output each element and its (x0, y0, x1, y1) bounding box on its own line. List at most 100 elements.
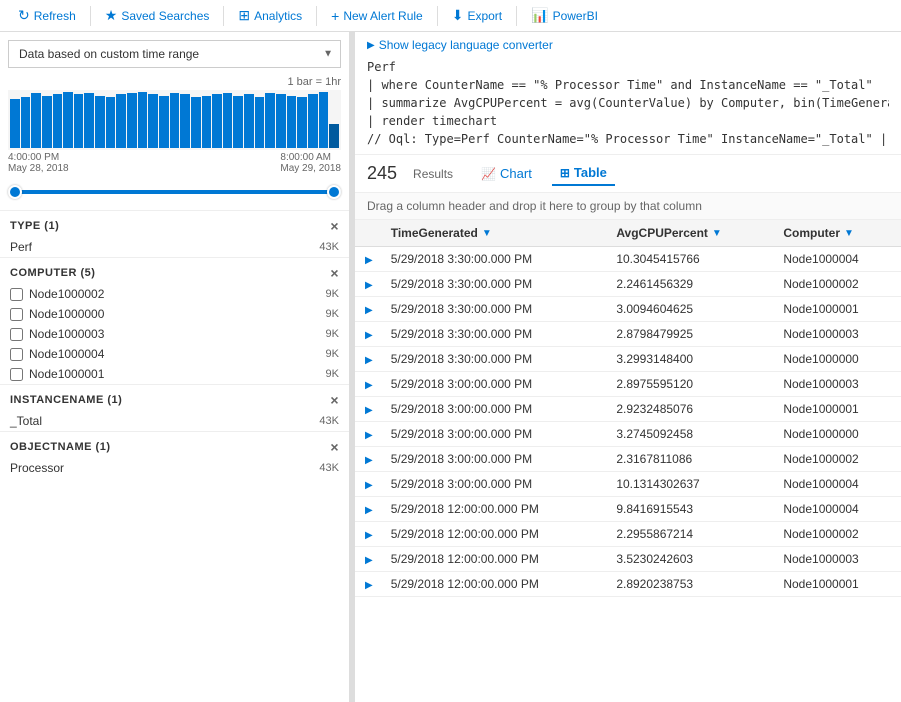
row-expand-btn-6[interactable]: ▶ (355, 397, 383, 422)
computer-facet-rows: Node1000002 9K Node1000000 9K Node100000… (0, 284, 349, 384)
refresh-icon: ↻ (18, 7, 30, 24)
cell-computer-11: Node1000002 (775, 522, 901, 547)
col-expander (355, 220, 383, 247)
hist-bar-22 (244, 94, 254, 148)
row-expand-btn-3[interactable]: ▶ (355, 322, 383, 347)
histogram-area: 1 bar = 1hr 4:00:00 PM May 28, 2018 8:00… (0, 76, 349, 178)
hist-bar-17 (191, 97, 201, 148)
col-time-generated[interactable]: TimeGenerated ▼ (383, 220, 609, 247)
analytics-icon: ⊞ (238, 7, 250, 24)
facet-instancename-close[interactable]: × (330, 393, 339, 407)
hist-bar-3 (42, 96, 52, 148)
analytics-button[interactable]: ⊞ Analytics (228, 3, 312, 28)
filter-icon-computer[interactable]: ▼ (844, 228, 854, 239)
row-expand-btn-4[interactable]: ▶ (355, 347, 383, 372)
facet-instancename-total-count: 43K (319, 415, 339, 427)
table-row: ▶ 5/29/2018 3:30:00.000 PM 2.2461456329 … (355, 272, 901, 297)
facet-computer-check-0[interactable] (10, 288, 23, 301)
legacy-link[interactable]: ▶ Show legacy language converter (367, 38, 889, 52)
facet-computer-check-1[interactable] (10, 308, 23, 321)
hist-bar-7 (84, 93, 94, 148)
row-expand-btn-8[interactable]: ▶ (355, 447, 383, 472)
filter-icon-avg[interactable]: ▼ (712, 228, 722, 239)
export-button[interactable]: ⬇ Export (442, 3, 512, 28)
legacy-link-label: Show legacy language converter (379, 38, 553, 52)
row-expand-btn-0[interactable]: ▶ (355, 247, 383, 272)
row-expand-btn-2[interactable]: ▶ (355, 297, 383, 322)
col-computer[interactable]: Computer ▼ (775, 220, 901, 247)
results-label: Results (413, 167, 453, 181)
cell-avg-0: 10.3045415766 (608, 247, 775, 272)
facet-computer-row-0: Node1000002 9K (0, 284, 349, 304)
facet-computer-row-4: Node1000001 9K (0, 364, 349, 384)
time-range-selector[interactable]: Data based on custom time rangeLast 24 h… (8, 40, 341, 68)
toolbar-sep-5 (516, 6, 517, 26)
table-row: ▶ 5/29/2018 3:30:00.000 PM 2.8798479925 … (355, 322, 901, 347)
powerbi-icon: 📊 (531, 7, 548, 24)
time-range-select[interactable]: Data based on custom time rangeLast 24 h… (8, 40, 341, 68)
cell-avg-2: 3.0094604625 (608, 297, 775, 322)
cell-avg-8: 2.3167811086 (608, 447, 775, 472)
facet-computer-row-2: Node1000003 9K (0, 324, 349, 344)
hist-bar-19 (212, 94, 222, 148)
table-icon: ⊞ (560, 166, 570, 180)
row-expand-btn-13[interactable]: ▶ (355, 572, 383, 597)
facet-computer-label-4: Node1000001 (29, 367, 104, 381)
hist-bar-2 (31, 93, 41, 148)
cell-time-9: 5/29/2018 3:00:00.000 PM (383, 472, 609, 497)
row-expand-btn-7[interactable]: ▶ (355, 422, 383, 447)
range-slider[interactable] (0, 178, 349, 210)
tab-chart[interactable]: 📈 Chart (473, 162, 540, 185)
refresh-button[interactable]: ↻ Refresh (8, 3, 86, 28)
tab-table[interactable]: ⊞ Table (552, 161, 615, 186)
hist-bar-0 (10, 99, 20, 148)
cell-computer-5: Node1000003 (775, 372, 901, 397)
cell-computer-4: Node1000000 (775, 347, 901, 372)
row-expand-btn-9[interactable]: ▶ (355, 472, 383, 497)
row-expand-btn-10[interactable]: ▶ (355, 497, 383, 522)
facet-computer-check-3[interactable] (10, 348, 23, 361)
table-row: ▶ 5/29/2018 3:00:00.000 PM 2.9232485076 … (355, 397, 901, 422)
hist-bar-26 (287, 96, 297, 148)
cell-time-1: 5/29/2018 3:30:00.000 PM (383, 272, 609, 297)
cell-avg-1: 2.2461456329 (608, 272, 775, 297)
facet-computer-count-2: 9K (326, 328, 339, 340)
range-thumb-left[interactable] (8, 185, 22, 199)
facet-objectname-close[interactable]: × (330, 440, 339, 454)
hist-bar-23 (255, 97, 265, 148)
facet-instancename: INSTANCENAME (1) × _Total 43K (0, 384, 349, 431)
powerbi-button[interactable]: 📊 PowerBI (521, 3, 608, 28)
row-expand-btn-11[interactable]: ▶ (355, 522, 383, 547)
hist-bar-8 (95, 96, 105, 148)
facet-computer: COMPUTER (5) × Node1000002 9K Node100000… (0, 257, 349, 384)
toolbar-sep-3 (316, 6, 317, 26)
drag-hint: Drag a column header and drop it here to… (355, 193, 901, 220)
cell-avg-11: 2.2955867214 (608, 522, 775, 547)
filter-icon-time[interactable]: ▼ (482, 228, 492, 239)
facet-computer-close[interactable]: × (330, 266, 339, 280)
facet-computer-count-1: 9K (326, 308, 339, 320)
left-panel: Data based on custom time rangeLast 24 h… (0, 32, 350, 702)
cell-avg-7: 3.2745092458 (608, 422, 775, 447)
col-avg-cpu[interactable]: AvgCPUPercent ▼ (608, 220, 775, 247)
end-date: May 29, 2018 (280, 163, 341, 174)
data-table-wrapper[interactable]: TimeGenerated ▼ AvgCPUPercent ▼ (355, 220, 901, 702)
cell-computer-2: Node1000001 (775, 297, 901, 322)
row-expand-btn-12[interactable]: ▶ (355, 547, 383, 572)
range-thumb-right[interactable] (327, 185, 341, 199)
facet-type-close[interactable]: × (330, 219, 339, 233)
cell-computer-3: Node1000003 (775, 322, 901, 347)
row-expand-btn-5[interactable]: ▶ (355, 372, 383, 397)
histogram-bars (8, 90, 341, 150)
cell-time-12: 5/29/2018 12:00:00.000 PM (383, 547, 609, 572)
facet-computer-check-2[interactable] (10, 328, 23, 341)
cell-computer-8: Node1000002 (775, 447, 901, 472)
new-alert-button[interactable]: + New Alert Rule (321, 4, 433, 28)
row-expand-btn-1[interactable]: ▶ (355, 272, 383, 297)
saved-searches-button[interactable]: ★ Saved Searches (95, 3, 220, 28)
facet-computer-count-4: 9K (326, 368, 339, 380)
table-row: ▶ 5/29/2018 3:30:00.000 PM 3.2993148400 … (355, 347, 901, 372)
cell-time-5: 5/29/2018 3:00:00.000 PM (383, 372, 609, 397)
facet-computer-check-4[interactable] (10, 368, 23, 381)
start-time: 4:00:00 PM (8, 152, 69, 163)
